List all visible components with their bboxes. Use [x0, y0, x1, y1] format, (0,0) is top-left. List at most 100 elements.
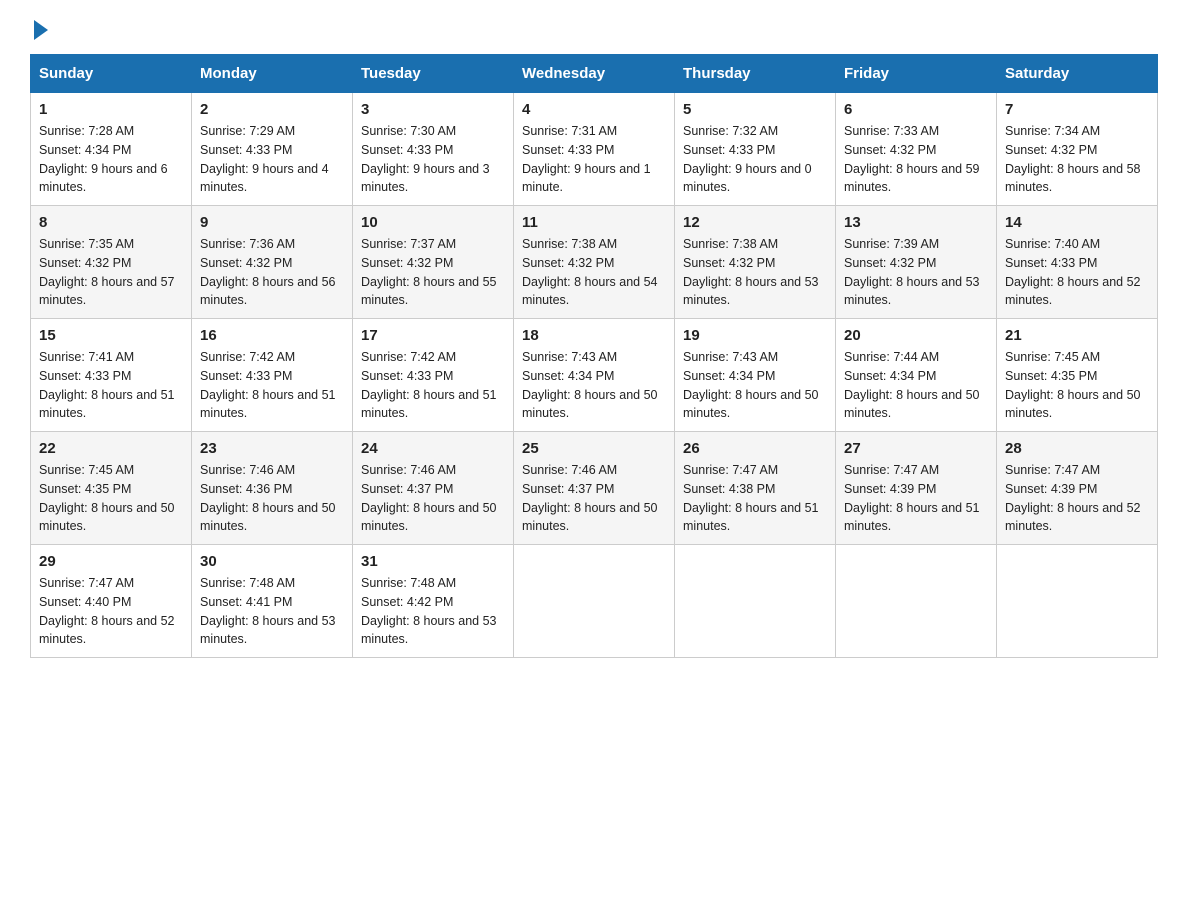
day-info: Sunrise: 7:41 AMSunset: 4:33 PMDaylight:… [39, 350, 175, 420]
calendar-week-row: 22 Sunrise: 7:45 AMSunset: 4:35 PMDaylig… [31, 432, 1158, 545]
day-number: 25 [522, 440, 666, 457]
day-number: 21 [1005, 327, 1149, 344]
day-info: Sunrise: 7:47 AMSunset: 4:38 PMDaylight:… [683, 463, 819, 533]
calendar-cell: 16 Sunrise: 7:42 AMSunset: 4:33 PMDaylig… [192, 319, 353, 432]
calendar-cell: 24 Sunrise: 7:46 AMSunset: 4:37 PMDaylig… [353, 432, 514, 545]
day-number: 14 [1005, 214, 1149, 231]
day-number: 15 [39, 327, 183, 344]
day-info: Sunrise: 7:36 AMSunset: 4:32 PMDaylight:… [200, 237, 336, 307]
calendar-cell: 4 Sunrise: 7:31 AMSunset: 4:33 PMDayligh… [514, 93, 675, 206]
day-info: Sunrise: 7:47 AMSunset: 4:39 PMDaylight:… [1005, 463, 1141, 533]
day-number: 30 [200, 553, 344, 570]
calendar-cell: 21 Sunrise: 7:45 AMSunset: 4:35 PMDaylig… [997, 319, 1158, 432]
day-info: Sunrise: 7:47 AMSunset: 4:39 PMDaylight:… [844, 463, 980, 533]
day-info: Sunrise: 7:29 AMSunset: 4:33 PMDaylight:… [200, 124, 329, 194]
day-info: Sunrise: 7:42 AMSunset: 4:33 PMDaylight:… [200, 350, 336, 420]
calendar-cell: 19 Sunrise: 7:43 AMSunset: 4:34 PMDaylig… [675, 319, 836, 432]
calendar-cell: 8 Sunrise: 7:35 AMSunset: 4:32 PMDayligh… [31, 206, 192, 319]
day-number: 4 [522, 101, 666, 118]
calendar-cell: 12 Sunrise: 7:38 AMSunset: 4:32 PMDaylig… [675, 206, 836, 319]
calendar-cell: 2 Sunrise: 7:29 AMSunset: 4:33 PMDayligh… [192, 93, 353, 206]
calendar-cell: 31 Sunrise: 7:48 AMSunset: 4:42 PMDaylig… [353, 545, 514, 658]
day-number: 26 [683, 440, 827, 457]
calendar-cell: 7 Sunrise: 7:34 AMSunset: 4:32 PMDayligh… [997, 93, 1158, 206]
day-number: 19 [683, 327, 827, 344]
day-number: 9 [200, 214, 344, 231]
day-number: 27 [844, 440, 988, 457]
day-info: Sunrise: 7:48 AMSunset: 4:41 PMDaylight:… [200, 576, 336, 646]
col-header-tuesday: Tuesday [353, 55, 514, 93]
day-info: Sunrise: 7:35 AMSunset: 4:32 PMDaylight:… [39, 237, 175, 307]
day-number: 3 [361, 101, 505, 118]
day-info: Sunrise: 7:32 AMSunset: 4:33 PMDaylight:… [683, 124, 812, 194]
day-info: Sunrise: 7:46 AMSunset: 4:37 PMDaylight:… [522, 463, 658, 533]
col-header-saturday: Saturday [997, 55, 1158, 93]
calendar-cell [997, 545, 1158, 658]
page-header [30, 20, 1158, 34]
day-number: 11 [522, 214, 666, 231]
day-number: 13 [844, 214, 988, 231]
day-info: Sunrise: 7:45 AMSunset: 4:35 PMDaylight:… [39, 463, 175, 533]
day-info: Sunrise: 7:30 AMSunset: 4:33 PMDaylight:… [361, 124, 490, 194]
calendar-cell: 27 Sunrise: 7:47 AMSunset: 4:39 PMDaylig… [836, 432, 997, 545]
logo-arrow-icon [34, 20, 48, 40]
calendar-cell: 6 Sunrise: 7:33 AMSunset: 4:32 PMDayligh… [836, 93, 997, 206]
day-info: Sunrise: 7:43 AMSunset: 4:34 PMDaylight:… [683, 350, 819, 420]
day-info: Sunrise: 7:28 AMSunset: 4:34 PMDaylight:… [39, 124, 168, 194]
day-number: 1 [39, 101, 183, 118]
calendar-cell: 5 Sunrise: 7:32 AMSunset: 4:33 PMDayligh… [675, 93, 836, 206]
calendar-week-row: 29 Sunrise: 7:47 AMSunset: 4:40 PMDaylig… [31, 545, 1158, 658]
calendar-cell: 3 Sunrise: 7:30 AMSunset: 4:33 PMDayligh… [353, 93, 514, 206]
day-number: 23 [200, 440, 344, 457]
day-number: 7 [1005, 101, 1149, 118]
day-number: 28 [1005, 440, 1149, 457]
calendar-cell: 14 Sunrise: 7:40 AMSunset: 4:33 PMDaylig… [997, 206, 1158, 319]
calendar-week-row: 15 Sunrise: 7:41 AMSunset: 4:33 PMDaylig… [31, 319, 1158, 432]
day-info: Sunrise: 7:38 AMSunset: 4:32 PMDaylight:… [683, 237, 819, 307]
day-info: Sunrise: 7:39 AMSunset: 4:32 PMDaylight:… [844, 237, 980, 307]
day-info: Sunrise: 7:31 AMSunset: 4:33 PMDaylight:… [522, 124, 651, 194]
day-info: Sunrise: 7:46 AMSunset: 4:37 PMDaylight:… [361, 463, 497, 533]
calendar-cell: 29 Sunrise: 7:47 AMSunset: 4:40 PMDaylig… [31, 545, 192, 658]
calendar-cell: 1 Sunrise: 7:28 AMSunset: 4:34 PMDayligh… [31, 93, 192, 206]
calendar-cell: 18 Sunrise: 7:43 AMSunset: 4:34 PMDaylig… [514, 319, 675, 432]
calendar-cell: 26 Sunrise: 7:47 AMSunset: 4:38 PMDaylig… [675, 432, 836, 545]
day-info: Sunrise: 7:42 AMSunset: 4:33 PMDaylight:… [361, 350, 497, 420]
day-number: 29 [39, 553, 183, 570]
day-info: Sunrise: 7:48 AMSunset: 4:42 PMDaylight:… [361, 576, 497, 646]
day-info: Sunrise: 7:43 AMSunset: 4:34 PMDaylight:… [522, 350, 658, 420]
day-number: 10 [361, 214, 505, 231]
day-number: 2 [200, 101, 344, 118]
day-info: Sunrise: 7:38 AMSunset: 4:32 PMDaylight:… [522, 237, 658, 307]
logo [30, 20, 48, 34]
col-header-wednesday: Wednesday [514, 55, 675, 93]
calendar-cell: 30 Sunrise: 7:48 AMSunset: 4:41 PMDaylig… [192, 545, 353, 658]
col-header-thursday: Thursday [675, 55, 836, 93]
day-info: Sunrise: 7:34 AMSunset: 4:32 PMDaylight:… [1005, 124, 1141, 194]
col-header-monday: Monday [192, 55, 353, 93]
day-info: Sunrise: 7:37 AMSunset: 4:32 PMDaylight:… [361, 237, 497, 307]
day-number: 6 [844, 101, 988, 118]
calendar-cell: 10 Sunrise: 7:37 AMSunset: 4:32 PMDaylig… [353, 206, 514, 319]
calendar-cell: 13 Sunrise: 7:39 AMSunset: 4:32 PMDaylig… [836, 206, 997, 319]
calendar-week-row: 8 Sunrise: 7:35 AMSunset: 4:32 PMDayligh… [31, 206, 1158, 319]
day-info: Sunrise: 7:46 AMSunset: 4:36 PMDaylight:… [200, 463, 336, 533]
calendar-cell [675, 545, 836, 658]
day-info: Sunrise: 7:44 AMSunset: 4:34 PMDaylight:… [844, 350, 980, 420]
day-number: 31 [361, 553, 505, 570]
day-number: 20 [844, 327, 988, 344]
day-number: 24 [361, 440, 505, 457]
day-number: 5 [683, 101, 827, 118]
day-info: Sunrise: 7:45 AMSunset: 4:35 PMDaylight:… [1005, 350, 1141, 420]
day-number: 17 [361, 327, 505, 344]
day-number: 8 [39, 214, 183, 231]
calendar-cell: 25 Sunrise: 7:46 AMSunset: 4:37 PMDaylig… [514, 432, 675, 545]
calendar-cell: 23 Sunrise: 7:46 AMSunset: 4:36 PMDaylig… [192, 432, 353, 545]
day-number: 16 [200, 327, 344, 344]
day-info: Sunrise: 7:33 AMSunset: 4:32 PMDaylight:… [844, 124, 980, 194]
calendar-cell: 17 Sunrise: 7:42 AMSunset: 4:33 PMDaylig… [353, 319, 514, 432]
calendar-cell [836, 545, 997, 658]
day-number: 22 [39, 440, 183, 457]
calendar-cell: 11 Sunrise: 7:38 AMSunset: 4:32 PMDaylig… [514, 206, 675, 319]
calendar-cell: 15 Sunrise: 7:41 AMSunset: 4:33 PMDaylig… [31, 319, 192, 432]
